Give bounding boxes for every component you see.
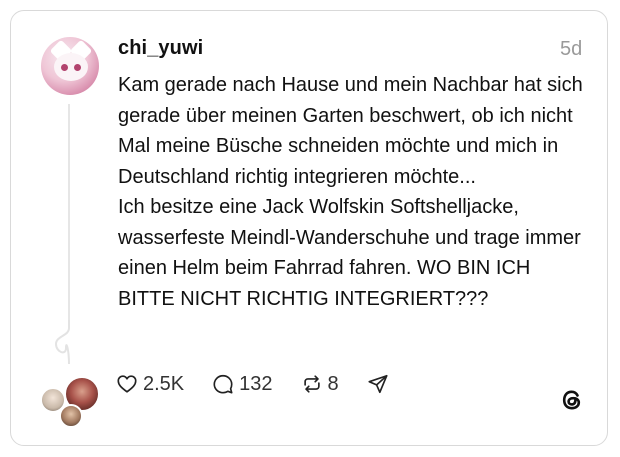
reply-button[interactable]: 132	[212, 372, 273, 396]
post-text: Kam gerade nach Hause und mein Nachbar h…	[118, 70, 588, 314]
username[interactable]: chi_yuwi	[118, 37, 203, 60]
repost-icon	[303, 375, 320, 393]
heart-icon	[117, 375, 137, 393]
thread-line	[68, 104, 70, 326]
repost-count: 8	[327, 372, 339, 395]
reply-avatar	[59, 404, 83, 428]
speech-bubble-icon	[213, 374, 233, 394]
send-icon	[368, 374, 388, 394]
thread-loop-icon	[54, 320, 70, 364]
timestamp: 5d	[560, 38, 583, 60]
post-paragraph: Kam gerade nach Hause und mein Nachbar h…	[118, 74, 583, 188]
repost-button[interactable]: 8	[301, 373, 339, 396]
share-button[interactable]	[367, 373, 394, 395]
action-bar: 2.5K 132 8	[116, 371, 422, 397]
like-count: 2.5K	[143, 372, 185, 395]
reply-count: 132	[239, 372, 273, 395]
threads-logo-icon[interactable]	[558, 386, 586, 414]
post-paragraph: Ich besitze eine Jack Wolfskin Softshell…	[118, 196, 581, 310]
avatar[interactable]	[41, 37, 99, 95]
like-button[interactable]: 2.5K	[116, 373, 184, 396]
